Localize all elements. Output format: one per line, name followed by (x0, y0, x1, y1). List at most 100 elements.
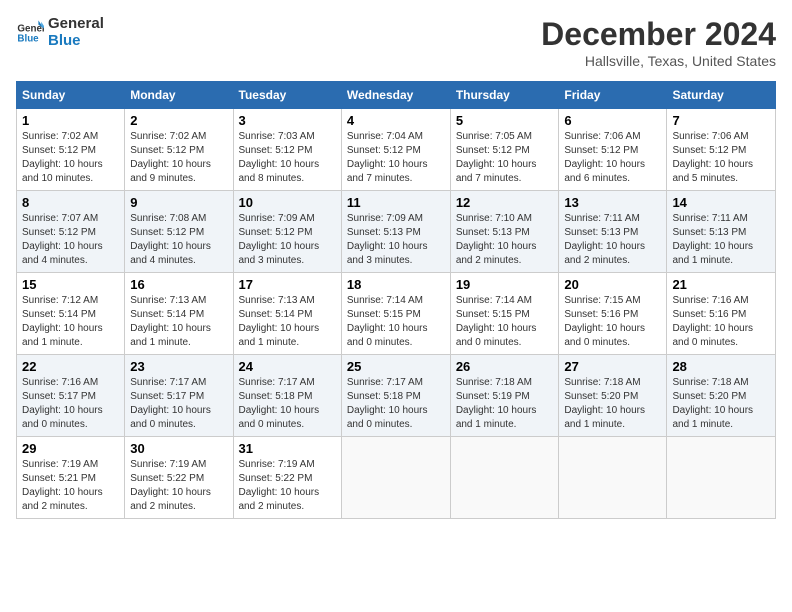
day-info: Sunrise: 7:18 AM Sunset: 5:20 PM Dayligh… (564, 377, 645, 430)
day-number: 8 (22, 195, 119, 210)
day-info: Sunrise: 7:13 AM Sunset: 5:14 PM Dayligh… (130, 295, 211, 348)
day-number: 19 (456, 277, 554, 292)
calendar-table: SundayMondayTuesdayWednesdayThursdayFrid… (16, 81, 776, 519)
calendar-cell (450, 437, 559, 519)
calendar-body: 1 Sunrise: 7:02 AM Sunset: 5:12 PM Daylig… (17, 109, 776, 519)
calendar-week-5: 29 Sunrise: 7:19 AM Sunset: 5:21 PM Dayli… (17, 437, 776, 519)
month-title: December 2024 (541, 16, 776, 53)
calendar-cell: 9Sunrise: 7:08 AM Sunset: 5:12 PM Daylig… (125, 191, 233, 273)
day-number: 12 (456, 195, 554, 210)
column-header-tuesday: Tuesday (233, 82, 341, 109)
day-number: 9 (130, 195, 227, 210)
calendar-cell: 10Sunrise: 7:09 AM Sunset: 5:12 PM Dayli… (233, 191, 341, 273)
calendar-cell: 2 Sunrise: 7:02 AM Sunset: 5:12 PM Daylig… (125, 109, 233, 191)
day-info: Sunrise: 7:16 AM Sunset: 5:17 PM Dayligh… (22, 377, 103, 430)
day-number: 29 (22, 441, 119, 456)
day-number: 26 (456, 359, 554, 374)
calendar-cell: 30Sunrise: 7:19 AM Sunset: 5:22 PM Dayli… (125, 437, 233, 519)
day-number: 25 (347, 359, 445, 374)
calendar-cell: 5 Sunrise: 7:05 AM Sunset: 5:12 PM Daylig… (450, 109, 559, 191)
day-info: Sunrise: 7:07 AM Sunset: 5:12 PM Dayligh… (22, 213, 103, 266)
calendar-cell: 24Sunrise: 7:17 AM Sunset: 5:18 PM Dayli… (233, 355, 341, 437)
calendar-cell: 14Sunrise: 7:11 AM Sunset: 5:13 PM Dayli… (667, 191, 776, 273)
calendar-week-3: 15 Sunrise: 7:12 AM Sunset: 5:14 PM Dayli… (17, 273, 776, 355)
day-info: Sunrise: 7:18 AM Sunset: 5:20 PM Dayligh… (672, 377, 753, 430)
calendar-week-2: 8 Sunrise: 7:07 AM Sunset: 5:12 PM Daylig… (17, 191, 776, 273)
day-number: 22 (22, 359, 119, 374)
calendar-cell (341, 437, 450, 519)
calendar-cell: 16 Sunrise: 7:13 AM Sunset: 5:14 PM Dayli… (125, 273, 233, 355)
calendar-cell: 3Sunrise: 7:03 AM Sunset: 5:12 PM Daylig… (233, 109, 341, 191)
day-info: Sunrise: 7:02 AM Sunset: 5:12 PM Dayligh… (130, 131, 211, 184)
day-number: 27 (564, 359, 661, 374)
calendar-cell: 29 Sunrise: 7:19 AM Sunset: 5:21 PM Dayli… (17, 437, 125, 519)
day-number: 17 (239, 277, 336, 292)
day-info: Sunrise: 7:12 AM Sunset: 5:14 PM Dayligh… (22, 295, 103, 348)
logo-icon: General Blue (16, 19, 44, 47)
title-block: December 2024 Hallsville, Texas, United … (541, 16, 776, 69)
day-info: Sunrise: 7:13 AM Sunset: 5:14 PM Dayligh… (239, 295, 320, 348)
day-number: 1 (22, 113, 119, 128)
day-info: Sunrise: 7:05 AM Sunset: 5:12 PM Dayligh… (456, 131, 537, 184)
day-info: Sunrise: 7:19 AM Sunset: 5:21 PM Dayligh… (22, 459, 103, 512)
day-number: 23 (130, 359, 227, 374)
column-header-monday: Monday (125, 82, 233, 109)
day-info: Sunrise: 7:06 AM Sunset: 5:12 PM Dayligh… (672, 131, 753, 184)
column-header-wednesday: Wednesday (341, 82, 450, 109)
day-number: 28 (672, 359, 770, 374)
day-number: 7 (672, 113, 770, 128)
location-subtitle: Hallsville, Texas, United States (541, 53, 776, 69)
day-number: 10 (239, 195, 336, 210)
calendar-cell: 11 Sunrise: 7:09 AM Sunset: 5:13 PM Dayli… (341, 191, 450, 273)
calendar-cell: 31 Sunrise: 7:19 AM Sunset: 5:22 PM Dayli… (233, 437, 341, 519)
calendar-cell: 19 Sunrise: 7:14 AM Sunset: 5:15 PM Dayli… (450, 273, 559, 355)
day-number: 11 (347, 195, 445, 210)
svg-text:Blue: Blue (17, 33, 39, 44)
day-number: 20 (564, 277, 661, 292)
day-info: Sunrise: 7:02 AM Sunset: 5:12 PM Dayligh… (22, 131, 103, 184)
calendar-cell: 26Sunrise: 7:18 AM Sunset: 5:19 PM Dayli… (450, 355, 559, 437)
day-info: Sunrise: 7:10 AM Sunset: 5:13 PM Dayligh… (456, 213, 537, 266)
calendar-cell (667, 437, 776, 519)
calendar-cell (559, 437, 667, 519)
header-row: SundayMondayTuesdayWednesdayThursdayFrid… (17, 82, 776, 109)
day-number: 14 (672, 195, 770, 210)
column-header-friday: Friday (559, 82, 667, 109)
day-info: Sunrise: 7:09 AM Sunset: 5:13 PM Dayligh… (347, 213, 428, 266)
day-number: 6 (564, 113, 661, 128)
calendar-cell: 8 Sunrise: 7:07 AM Sunset: 5:12 PM Daylig… (17, 191, 125, 273)
day-info: Sunrise: 7:14 AM Sunset: 5:15 PM Dayligh… (347, 295, 428, 348)
calendar-week-1: 1 Sunrise: 7:02 AM Sunset: 5:12 PM Daylig… (17, 109, 776, 191)
day-number: 4 (347, 113, 445, 128)
column-header-sunday: Sunday (17, 82, 125, 109)
calendar-cell: 12 Sunrise: 7:10 AM Sunset: 5:13 PM Dayli… (450, 191, 559, 273)
day-number: 21 (672, 277, 770, 292)
day-info: Sunrise: 7:14 AM Sunset: 5:15 PM Dayligh… (456, 295, 537, 348)
column-header-thursday: Thursday (450, 82, 559, 109)
day-info: Sunrise: 7:03 AM Sunset: 5:12 PM Dayligh… (239, 131, 320, 184)
day-number: 30 (130, 441, 227, 456)
calendar-header: SundayMondayTuesdayWednesdayThursdayFrid… (17, 82, 776, 109)
logo-line2: Blue (48, 33, 104, 50)
day-info: Sunrise: 7:19 AM Sunset: 5:22 PM Dayligh… (239, 459, 320, 512)
calendar-cell: 18Sunrise: 7:14 AM Sunset: 5:15 PM Dayli… (341, 273, 450, 355)
calendar-cell: 27 Sunrise: 7:18 AM Sunset: 5:20 PM Dayli… (559, 355, 667, 437)
calendar-cell: 15 Sunrise: 7:12 AM Sunset: 5:14 PM Dayli… (17, 273, 125, 355)
day-number: 31 (239, 441, 336, 456)
day-number: 5 (456, 113, 554, 128)
column-header-saturday: Saturday (667, 82, 776, 109)
day-info: Sunrise: 7:17 AM Sunset: 5:17 PM Dayligh… (130, 377, 211, 430)
calendar-cell: 21 Sunrise: 7:16 AM Sunset: 5:16 PM Dayli… (667, 273, 776, 355)
day-info: Sunrise: 7:17 AM Sunset: 5:18 PM Dayligh… (347, 377, 428, 430)
calendar-cell: 4 Sunrise: 7:04 AM Sunset: 5:12 PM Daylig… (341, 109, 450, 191)
calendar-cell: 17 Sunrise: 7:13 AM Sunset: 5:14 PM Dayli… (233, 273, 341, 355)
calendar-cell: 22 Sunrise: 7:16 AM Sunset: 5:17 PM Dayli… (17, 355, 125, 437)
calendar-cell: 13Sunrise: 7:11 AM Sunset: 5:13 PM Dayli… (559, 191, 667, 273)
calendar-cell: 6Sunrise: 7:06 AM Sunset: 5:12 PM Daylig… (559, 109, 667, 191)
day-number: 15 (22, 277, 119, 292)
day-number: 2 (130, 113, 227, 128)
day-info: Sunrise: 7:16 AM Sunset: 5:16 PM Dayligh… (672, 295, 753, 348)
day-number: 13 (564, 195, 661, 210)
day-info: Sunrise: 7:04 AM Sunset: 5:12 PM Dayligh… (347, 131, 428, 184)
day-number: 16 (130, 277, 227, 292)
